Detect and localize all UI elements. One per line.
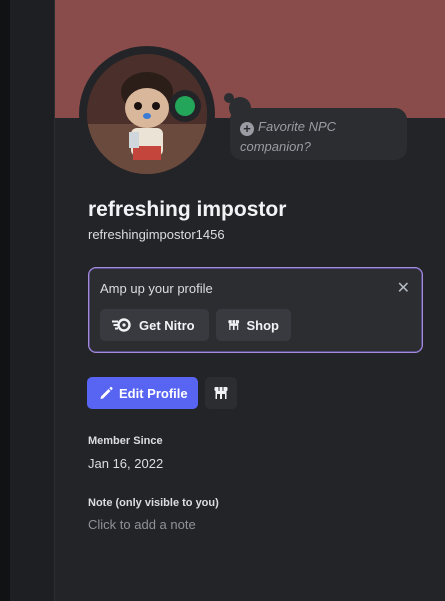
server-sidebar-edge — [0, 0, 55, 601]
shop-label: Shop — [246, 317, 280, 333]
profile-shop-button[interactable] — [205, 377, 237, 409]
display-name: refreshing impostor — [88, 198, 287, 221]
online-status-dot — [175, 96, 195, 116]
nitro-upsell-title: Amp up your profile — [100, 281, 213, 296]
custom-status-bubble[interactable]: + Favorite NPC companion? — [230, 108, 407, 160]
note-label: Note (only visible to you) — [88, 497, 219, 509]
custom-status-placeholder: Favorite NPC companion? — [240, 119, 337, 154]
get-nitro-button[interactable]: Get Nitro — [100, 309, 209, 341]
shop-icon — [228, 320, 240, 330]
pencil-icon — [100, 386, 113, 399]
note-input[interactable]: Click to add a note — [88, 517, 196, 532]
shop-button[interactable]: Shop — [216, 309, 291, 341]
member-since-label: Member Since — [88, 435, 163, 447]
plus-circle-icon: + — [240, 122, 254, 136]
nitro-upsell-card: Amp up your profile ✕ Get Nitro Shop — [88, 267, 423, 353]
status-indicator-ring — [169, 90, 201, 122]
edit-profile-label: Edit Profile — [119, 385, 188, 401]
shop-icon — [214, 387, 228, 399]
nitro-icon — [112, 318, 131, 332]
sidebar-shadow — [0, 0, 10, 601]
member-since-date: Jan 16, 2022 — [88, 456, 164, 471]
edit-profile-button[interactable]: Edit Profile — [87, 377, 198, 409]
username: refreshingimpostor1456 — [88, 227, 225, 242]
close-icon[interactable]: ✕ — [397, 278, 410, 298]
get-nitro-label: Get Nitro — [139, 317, 195, 333]
user-profile-panel: + Favorite NPC companion? refreshing impo… — [55, 0, 445, 601]
